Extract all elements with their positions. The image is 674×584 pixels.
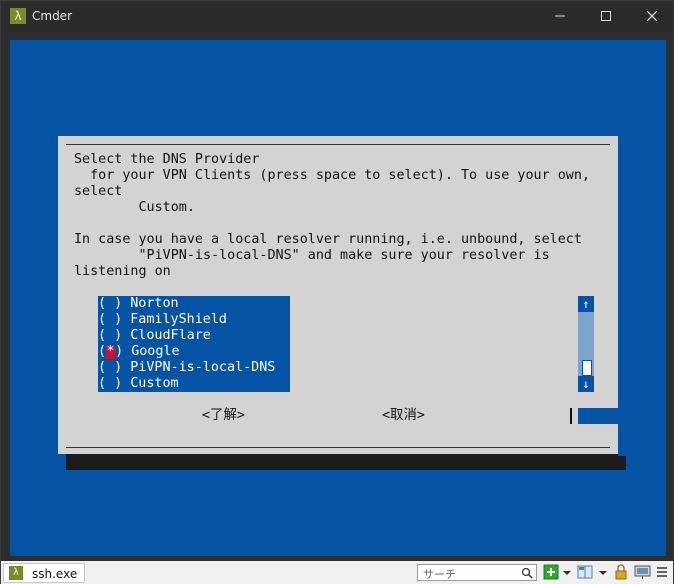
radio-option-pivpn-local-dns[interactable]: ( ) PiVPN-is-local-DNS — [98, 360, 290, 376]
radio-open: ( — [98, 360, 107, 375]
radio-option-norton[interactable]: ( ) Norton — [98, 296, 290, 312]
radio-option-google[interactable]: (*) Google — [98, 344, 290, 360]
radio-close: ) — [115, 344, 124, 359]
radio-close: ) — [114, 328, 123, 343]
minimize-button[interactable] — [537, 1, 583, 32]
search-input[interactable]: サーチ — [423, 566, 456, 582]
radio-open: ( — [98, 296, 107, 311]
radio-open: ( — [98, 328, 107, 343]
search-box[interactable]: サーチ — [417, 564, 537, 581]
lambda-app-icon: λ — [10, 8, 26, 24]
cursor-block — [578, 408, 626, 424]
status-bar: λ ssh.exe サーチ — [1, 561, 673, 584]
tab-label: ssh.exe — [32, 567, 78, 581]
dns-provider-dialog: Select the DNS Provider for your VPN Cli… — [58, 136, 626, 454]
cancel-button[interactable]: <取消> — [382, 408, 425, 424]
cmder-window: λ Cmder Select the DNS Provider for your… — [0, 0, 674, 584]
radio-selected-mark: * — [106, 344, 116, 359]
option-label: Google — [131, 344, 180, 359]
option-label: PiVPN-is-local-DNS — [130, 360, 276, 375]
dialog-text-line: for your VPN Clients (press space to sel… — [74, 168, 590, 183]
terminal-area[interactable]: Select the DNS Provider for your VPN Cli… — [10, 40, 666, 556]
new-console-plus-icon[interactable] — [543, 564, 559, 580]
option-label: CloudFlare — [130, 328, 211, 343]
radio-option-cloudflare[interactable]: ( ) CloudFlare — [98, 328, 290, 344]
lock-icon[interactable] — [614, 564, 628, 580]
dialog-bottom-border — [66, 447, 610, 448]
option-label: Custom — [130, 376, 179, 391]
dialog-text-line: In case you have a local resolver runnin… — [74, 232, 582, 247]
ok-button[interactable]: <了解> — [202, 408, 245, 424]
maximize-icon — [601, 11, 611, 21]
dialog-text-line: select — [74, 184, 123, 199]
dialog-text-line: Custom. — [74, 200, 195, 215]
dns-provider-list[interactable]: ( ) Norton ( ) FamilyShield ( ) CloudFla… — [98, 296, 290, 392]
split-window-icon[interactable] — [577, 564, 595, 580]
menu-icon[interactable] — [655, 564, 669, 580]
minimize-icon — [555, 15, 565, 17]
radio-close: ) — [114, 376, 123, 391]
radio-close: ) — [114, 312, 123, 327]
text-cursor — [570, 408, 572, 424]
search-icon[interactable] — [521, 567, 533, 579]
lambda-tab-icon: λ — [9, 566, 23, 580]
radio-close: ) — [114, 360, 123, 375]
radio-option-custom[interactable]: ( ) Custom — [98, 376, 290, 392]
option-label: FamilyShield — [130, 312, 227, 327]
dialog-text-line: Select the DNS Provider — [74, 152, 260, 167]
window-title: Cmder — [32, 9, 73, 23]
option-label: Norton — [130, 296, 179, 311]
tab-ssh[interactable]: λ ssh.exe — [3, 563, 85, 583]
maximize-button[interactable] — [583, 1, 629, 32]
radio-close: ) — [114, 296, 123, 311]
close-button[interactable] — [629, 1, 674, 32]
scroll-down-arrow-icon[interactable]: ↓ — [578, 376, 594, 392]
radio-open: ( — [98, 344, 107, 359]
close-icon — [647, 11, 657, 21]
scroll-up-arrow-icon[interactable]: ↑ — [578, 296, 594, 312]
radio-open: ( — [98, 376, 107, 391]
chevron-down-icon[interactable] — [598, 564, 608, 580]
dialog-text-line: listening on — [74, 264, 171, 279]
dialog-top-border — [66, 144, 610, 145]
monitor-icon[interactable] — [634, 564, 652, 580]
scrollbar-thumb[interactable] — [582, 360, 592, 376]
radio-option-familyshield[interactable]: ( ) FamilyShield — [98, 312, 290, 328]
radio-open: ( — [98, 312, 107, 327]
title-bar[interactable]: λ Cmder — [1, 1, 673, 32]
chevron-down-icon[interactable] — [562, 564, 572, 580]
dialog-text-line: "PiVPN-is-local-DNS" and make sure your … — [74, 248, 550, 263]
